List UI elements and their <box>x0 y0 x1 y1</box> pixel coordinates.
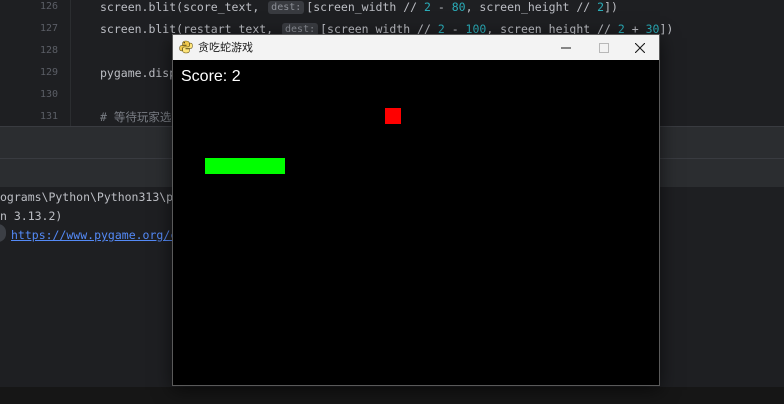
code-token: , screen_height // <box>465 0 598 14</box>
window-titlebar[interactable]: 贪吃蛇游戏 <box>173 35 659 60</box>
minimize-icon <box>561 47 571 48</box>
number-token: 2 <box>423 0 431 14</box>
line-number: 128 <box>39 45 58 56</box>
line-number: 126 <box>39 1 58 12</box>
snake-segment <box>235 158 245 174</box>
pygame-url-link[interactable]: https://www.pygame.org/co <box>11 228 184 242</box>
editor-gutter-separator <box>70 0 71 126</box>
line-number: 127 <box>39 23 58 34</box>
snake-segment <box>215 158 225 174</box>
console-link[interactable]: https://www.pygame.org/co <box>11 225 184 245</box>
snake-segment <box>245 158 255 174</box>
parameter-hint: dest: <box>268 1 305 14</box>
score-label: Score: 2 <box>181 68 241 85</box>
number-token: 80 <box>451 0 466 14</box>
console-output-line: n 3.13.2) <box>0 209 63 223</box>
line-number: 131 <box>39 111 58 122</box>
console-output-line: ograms\Python\Python313\pyt <box>0 190 187 204</box>
status-bar <box>0 387 784 404</box>
maximize-icon <box>599 42 609 53</box>
code-line[interactable]: screen.blit(score_text, dest: [screen_wid… <box>100 0 618 18</box>
code-line[interactable]: pygame.disp <box>100 62 176 84</box>
snake-segment <box>265 158 275 174</box>
close-icon <box>635 42 645 53</box>
code-line[interactable]: # 等待玩家选择 <box>100 106 183 126</box>
snake-segment <box>225 158 235 174</box>
comment-token: # 等待玩家选择 <box>100 110 183 124</box>
close-button[interactable] <box>621 35 659 60</box>
code-token: pygame.disp <box>100 66 177 80</box>
snake-segment <box>255 158 265 174</box>
python-snake-icon <box>179 40 193 54</box>
code-token: [screen_width // <box>306 0 424 14</box>
code-token: ]) <box>604 0 618 14</box>
code-token: ]) <box>659 22 674 36</box>
snake-segment <box>205 158 215 174</box>
food-item <box>385 108 401 124</box>
code-token: screen.blit(score_text, <box>100 0 267 14</box>
line-number: 130 <box>39 89 58 100</box>
line-number: 129 <box>39 67 58 78</box>
pygame-window[interactable]: 贪吃蛇游戏 Score: 2 <box>172 34 660 386</box>
window-title: 贪吃蛇游戏 <box>198 41 253 54</box>
game-canvas[interactable]: Score: 2 <box>173 60 659 385</box>
snake-segment <box>275 158 285 174</box>
code-token: - <box>430 0 452 14</box>
minimize-button[interactable] <box>547 35 585 60</box>
maximize-button[interactable] <box>585 35 623 60</box>
